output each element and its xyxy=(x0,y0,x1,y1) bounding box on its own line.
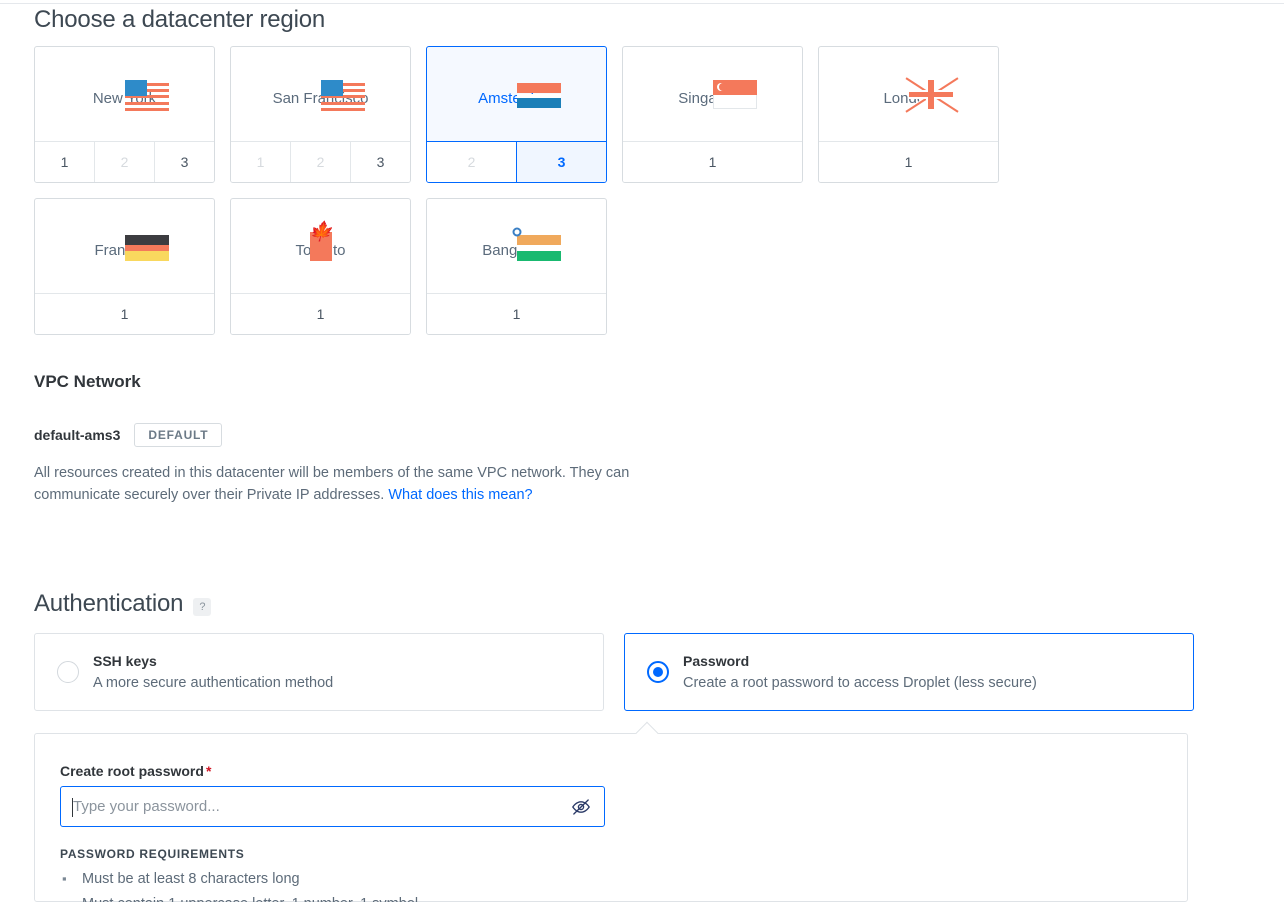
region-card-singapore[interactable]: Singapore1 xyxy=(622,46,803,183)
auth-option-title: SSH keys xyxy=(93,652,157,669)
region-card-london[interactable]: London1 xyxy=(818,46,999,183)
datacenter-tab-3[interactable]: 3 xyxy=(516,142,606,182)
region-card-amsterdam[interactable]: Amsterdam23 xyxy=(426,46,607,183)
vpc-description-text: All resources created in this datacenter… xyxy=(34,465,630,503)
droplet-create-page: Choose a datacenter region New York 1 2 3 Sa… xyxy=(0,0,1284,902)
password-requirements-title: PASSWORD REQUIREMENTS xyxy=(60,847,245,861)
vpc-network-name: default-ams3 xyxy=(34,427,121,443)
datacenter-tab-3[interactable]: 3 xyxy=(350,142,410,182)
datacenter-tab-row: 1 xyxy=(35,293,214,334)
region-card-header: Bangalore xyxy=(427,199,606,293)
top-divider xyxy=(0,3,1284,4)
datacenter-tab-1[interactable]: 1 xyxy=(35,142,94,182)
region-card-header: Frankfurt xyxy=(35,199,214,293)
datacenter-tab-row: 1 xyxy=(819,141,998,182)
region-card-header: 🍁Toronto xyxy=(231,199,410,293)
auth-option-ssh-keys[interactable]: SSH keys A more secure authentication me… xyxy=(34,633,604,711)
region-card-grid: New York123San Francisco123Amsterdam23Si… xyxy=(34,46,1194,335)
eye-slash-icon[interactable] xyxy=(570,796,592,818)
authentication-heading-text: Authentication xyxy=(34,590,184,617)
auth-option-title: Password xyxy=(683,652,750,669)
datacenter-tab-row: 1 xyxy=(623,141,802,182)
region-card-header: London xyxy=(819,47,998,141)
datacenter-tab-row: 123 xyxy=(35,141,214,182)
datacenter-tab-row: 1 xyxy=(427,293,606,334)
radio-icon-password[interactable] xyxy=(647,661,669,683)
region-card-san-francisco[interactable]: San Francisco 1 2 3 xyxy=(230,46,411,183)
datacenter-tab-2: 2 xyxy=(94,142,154,182)
region-section-heading: Choose a datacenter region xyxy=(34,6,326,33)
region-card-header: San Francisco xyxy=(231,47,410,141)
datacenter-tab-1[interactable]: 1 xyxy=(35,294,214,334)
datacenter-tab-1[interactable]: 1 xyxy=(819,142,998,182)
root-password-label: Create root password * xyxy=(60,763,211,779)
vpc-default-badge: DEFAULT xyxy=(134,423,223,447)
region-card-bangalore[interactable]: Bangalore1 xyxy=(426,198,607,335)
datacenter-tab-3[interactable]: 3 xyxy=(154,142,214,182)
region-card-header: Singapore xyxy=(623,47,802,141)
radio-icon-ssh-keys[interactable] xyxy=(57,661,79,683)
vpc-description: All resources created in this datacenter… xyxy=(34,462,694,506)
root-password-label-text: Create root password xyxy=(60,763,204,779)
text-cursor xyxy=(72,798,73,817)
datacenter-tab-2: 2 xyxy=(290,142,350,182)
region-card-frankfurt[interactable]: Frankfurt1 xyxy=(34,198,215,335)
region-card-toronto[interactable]: 🍁Toronto1 xyxy=(230,198,411,335)
auth-option-text: SSH keys A more secure authentication me… xyxy=(93,651,333,694)
authentication-options: SSH keys A more secure authentication me… xyxy=(34,633,1194,711)
datacenter-tab-2: 2 xyxy=(427,142,516,182)
vpc-section-heading: VPC Network xyxy=(34,372,141,391)
datacenter-tab-1[interactable]: 1 xyxy=(427,294,606,334)
datacenter-tab-row: 123 xyxy=(231,141,410,182)
root-password-input-wrap[interactable] xyxy=(60,786,605,827)
root-password-panel: Create root password* PASSWORD REQUIREME… xyxy=(34,721,1188,902)
help-icon[interactable]: ? xyxy=(193,598,212,616)
region-card-new-york[interactable]: New York 1 2 3 xyxy=(34,46,215,183)
panel-caret xyxy=(635,721,659,745)
auth-option-text: Password Create a root password to acces… xyxy=(683,651,1037,694)
vpc-network-row: default-ams3 DEFAULT xyxy=(34,423,223,447)
password-requirement-item: Must contain 1 uppercase letter, 1 numbe… xyxy=(60,891,418,902)
datacenter-tab-row: 23 xyxy=(427,141,606,182)
vpc-learn-more-link[interactable]: What does this mean? xyxy=(388,487,532,503)
datacenter-tab-1[interactable]: 1 xyxy=(231,294,410,334)
region-card-header: Amsterdam xyxy=(427,47,606,141)
datacenter-tab-1: 1 xyxy=(231,142,290,182)
datacenter-tab-row: 1 xyxy=(231,293,410,334)
datacenter-tab-1[interactable]: 1 xyxy=(623,142,802,182)
auth-option-subtitle: A more secure authentication method xyxy=(93,674,334,691)
password-requirement-item: Must be at least 8 characters long xyxy=(60,866,418,892)
region-card-header: New York xyxy=(35,47,214,141)
auth-option-password[interactable]: Password Create a root password to acces… xyxy=(624,633,1194,711)
password-requirements-list: Must be at least 8 characters longMust c… xyxy=(60,866,418,902)
root-password-input[interactable] xyxy=(61,787,604,826)
auth-option-subtitle: Create a root password to access Droplet… xyxy=(683,674,1037,691)
authentication-section-heading: Authentication ? xyxy=(34,590,212,618)
required-marker: * xyxy=(205,763,212,779)
